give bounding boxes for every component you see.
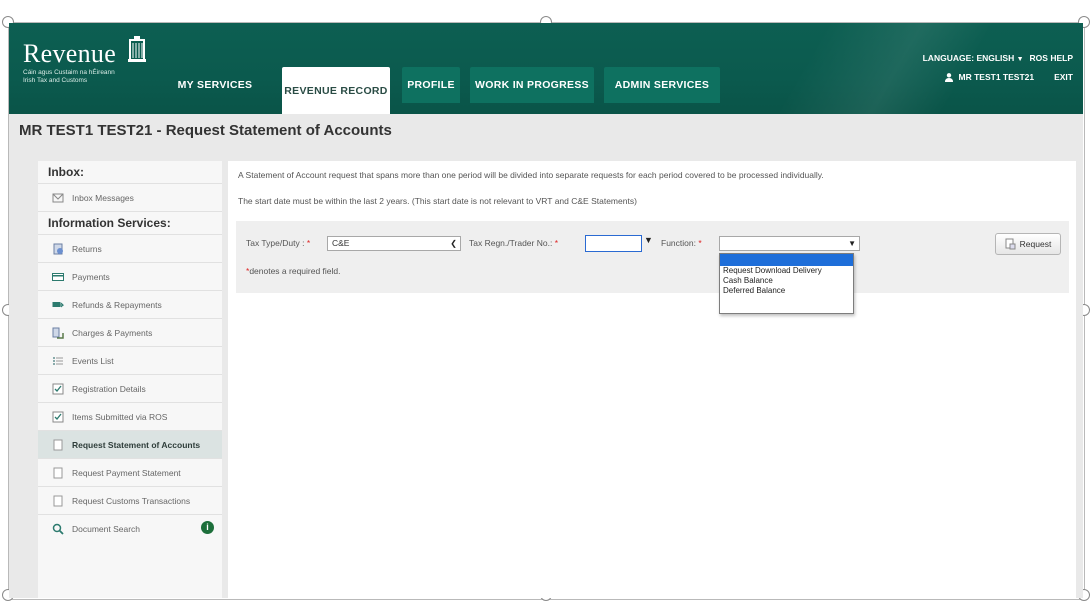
checkbox-icon <box>52 383 64 394</box>
search-icon <box>52 523 64 535</box>
user-icon <box>944 72 953 82</box>
sidebar-item-label: Charges & Payments <box>72 327 153 338</box>
info-badge-icon[interactable]: i <box>201 521 214 534</box>
dropdown-option-deferred-balance[interactable]: Deferred Balance <box>720 286 853 296</box>
function-select[interactable]: ▼ <box>719 236 860 251</box>
user-name[interactable]: MR TEST1 TEST21 <box>959 72 1035 82</box>
tax-type-select[interactable]: C&E ❮ <box>327 236 461 251</box>
header-user-area: LANGUAGE: ENGLISH ▼ ROS HELP MR TEST1 TE… <box>923 53 1073 82</box>
info-text-periods: A Statement of Account request that span… <box>238 170 824 180</box>
main-panel: A Statement of Account request that span… <box>228 161 1076 598</box>
envelope-icon <box>52 193 64 202</box>
dropdown-option-cash-balance[interactable]: Cash Balance <box>720 276 853 286</box>
sidebar-item-label: Items Submitted via ROS <box>72 411 168 422</box>
ros-help-link[interactable]: ROS HELP <box>1030 53 1073 63</box>
sidebar-item-request-payment-statement[interactable]: Request Payment Statement <box>38 458 222 486</box>
charges-icon <box>52 327 64 339</box>
chevron-down-icon: ▼ <box>848 239 856 248</box>
required-note: *denotes a required field. <box>246 266 341 276</box>
label-text: Function: <box>661 238 696 248</box>
request-button-label: Request <box>1019 239 1052 249</box>
sidebar-item-request-customs-transactions[interactable]: Request Customs Transactions <box>38 486 222 514</box>
dropdown-option-request-download-delivery[interactable]: Request Download Delivery <box>720 266 853 276</box>
logo-subtitle-irish: Cáin agus Custaim na hÉireann <box>23 69 115 76</box>
dropdown-highlighted-option[interactable] <box>720 254 853 266</box>
required-marker: * <box>698 238 702 248</box>
site-header: Revenue Cáin agus Custaim na hÉireann Ir… <box>9 23 1083 114</box>
tab-revenue-record[interactable]: REVENUE RECORD <box>282 67 390 114</box>
language-selector[interactable]: LANGUAGE: ENGLISH ▼ <box>923 53 1024 63</box>
sidebar-item-label: Inbox Messages <box>72 192 134 203</box>
sidebar-item-events-list[interactable]: Events List <box>38 346 222 374</box>
page-title: MR TEST1 TEST21 - Request Statement of A… <box>19 122 392 139</box>
document-icon <box>53 467 63 478</box>
tab-profile[interactable]: PROFILE <box>402 67 460 103</box>
info-text-start-date: The start date must be within the last 2… <box>238 196 637 206</box>
request-button[interactable]: Request <box>995 233 1061 255</box>
chevron-down-icon: ❮ <box>450 239 457 248</box>
select-value: C&E <box>332 238 350 248</box>
list-icon <box>53 356 63 365</box>
tax-type-label: Tax Type/Duty : * <box>246 238 310 248</box>
sidebar-item-inbox-messages[interactable]: Inbox Messages <box>38 183 222 211</box>
revenue-logo[interactable]: Revenue Cáin agus Custaim na hÉireann Ir… <box>23 36 149 85</box>
sidebar-heading-information-services: Information Services: <box>38 211 222 234</box>
sidebar-item-items-submitted[interactable]: Items Submitted via ROS <box>38 402 222 430</box>
sidebar-item-label: Request Statement of Accounts <box>72 439 201 450</box>
label-text: Tax Type/Duty : <box>246 238 305 248</box>
language-label: LANGUAGE: ENGLISH <box>922 53 1015 63</box>
logo-subtitle-english: Irish Tax and Customs <box>23 77 88 84</box>
function-label: Function: * <box>661 238 702 248</box>
sidebar-item-label: Request Customs Transactions <box>72 495 191 506</box>
sidebar-item-label: Returns <box>72 243 102 254</box>
chevron-down-icon[interactable]: ▼ <box>644 235 653 245</box>
sidebar-item-returns[interactable]: Returns <box>38 234 222 262</box>
sidebar-heading-inbox: Inbox: <box>48 165 84 179</box>
harp-icon <box>127 36 146 62</box>
sidebar-item-charges-payments[interactable]: Charges & Payments <box>38 318 222 346</box>
caret-down-icon: ▼ <box>1016 56 1024 63</box>
required-marker: * <box>306 238 311 248</box>
logo-word: Revenue <box>23 39 117 68</box>
sidebar-item-label: Document Search <box>72 523 141 534</box>
sidebar-item-request-statement-of-accounts[interactable]: Request Statement of Accounts <box>38 430 222 458</box>
required-marker: * <box>554 238 558 248</box>
sidebar-item-registration-details[interactable]: Registration Details <box>38 374 222 402</box>
sidebar-item-label: Payments <box>72 271 110 282</box>
sidebar-item-label: Refunds & Repayments <box>72 299 162 310</box>
document-icon <box>1005 238 1016 250</box>
required-note-text: denotes a required field. <box>249 266 341 276</box>
exit-link[interactable]: EXIT <box>1054 72 1073 82</box>
document-icon <box>53 439 63 450</box>
returns-icon <box>53 243 63 254</box>
card-icon <box>52 272 64 281</box>
page-title-band: MR TEST1 TEST21 - Request Statement of A… <box>9 114 1083 146</box>
sidebar-item-refunds-repayments[interactable]: Refunds & Repayments <box>38 290 222 318</box>
sidebar-item-label: Events List <box>72 355 114 366</box>
label-text: Tax Regn./Trader No.: <box>469 238 553 248</box>
sidebar-item-label: Request Payment Statement <box>72 467 181 478</box>
request-form: Tax Type/Duty : * C&E ❮ Tax Regn./Trader… <box>236 221 1069 293</box>
tab-admin-services[interactable]: ADMIN SERVICES <box>604 67 720 103</box>
checkbox-icon <box>52 411 64 422</box>
tab-work-in-progress[interactable]: WORK IN PROGRESS <box>470 67 594 103</box>
refund-icon <box>52 301 64 307</box>
tab-my-services[interactable]: MY SERVICES <box>170 67 260 103</box>
sidebar-item-label: Registration Details <box>72 383 146 394</box>
regn-label: Tax Regn./Trader No.: * <box>469 238 558 248</box>
sidebar-item-payments[interactable]: Payments <box>38 262 222 290</box>
tax-regn-select[interactable] <box>585 235 642 252</box>
function-dropdown-list: Request Download Delivery Cash Balance D… <box>719 253 854 314</box>
document-icon <box>53 495 63 506</box>
sidebar: Inbox: Inbox Messages Information Servic… <box>38 161 222 598</box>
sidebar-item-document-search[interactable]: Document Search i <box>38 514 222 542</box>
